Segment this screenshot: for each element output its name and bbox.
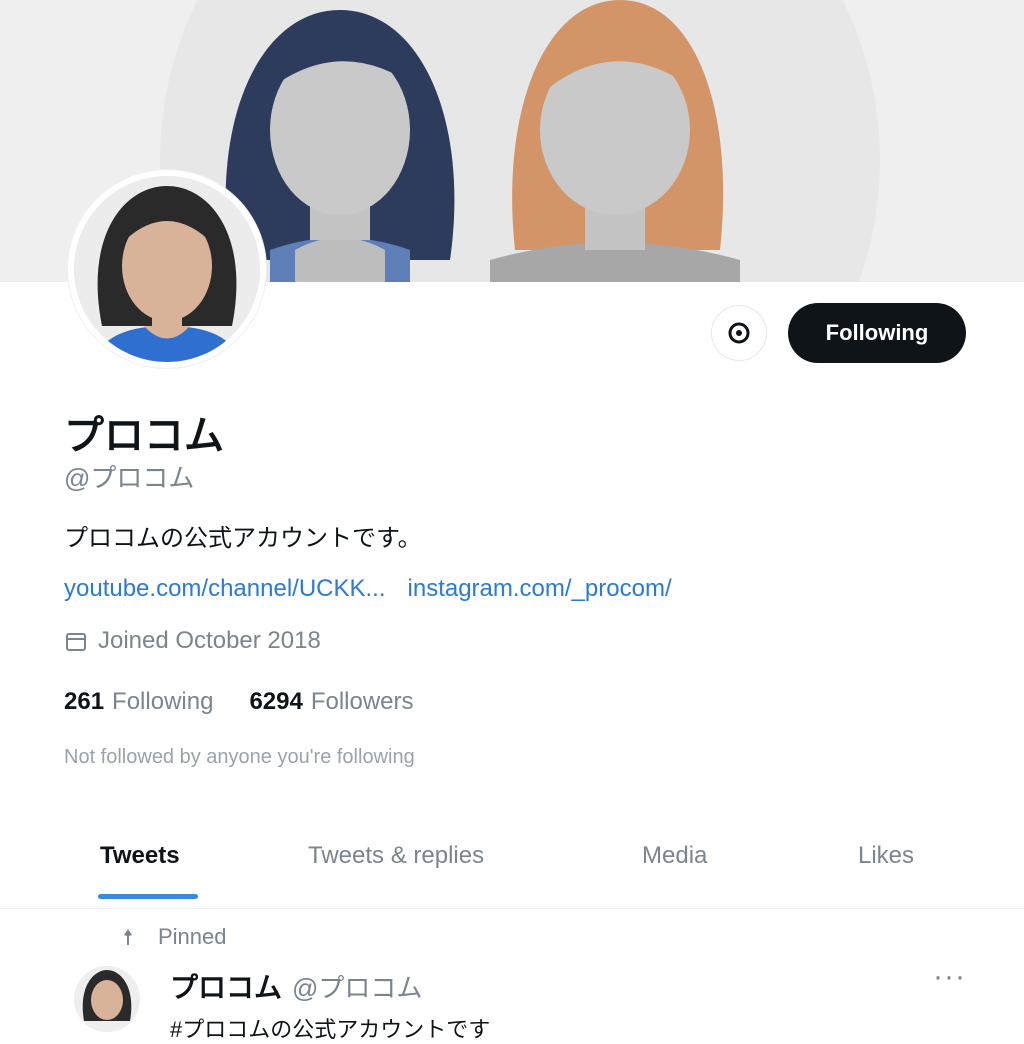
tab-tweets[interactable]: Tweets (100, 842, 180, 870)
post-avatar-illustration (74, 966, 140, 1032)
tab-media[interactable]: Media (642, 842, 707, 870)
post-avatar[interactable] (74, 966, 140, 1032)
followers-label: Followers (310, 688, 414, 715)
active-tab-indicator (98, 894, 198, 899)
followed-by-note: Not followed by anyone you're following (64, 746, 415, 768)
tab-tweets-replies[interactable]: Tweets & replies (308, 842, 484, 870)
following-stat[interactable]: 261 Following (64, 688, 213, 716)
avatar-illustration (74, 176, 260, 362)
pinned-label: Pinned (118, 924, 227, 950)
following-button[interactable]: Following (788, 303, 966, 363)
post-text: #プロコムの公式アカウントです (170, 1017, 491, 1042)
post-author[interactable]: プロコム (170, 966, 282, 1006)
calendar-icon (66, 633, 86, 651)
more-icon[interactable]: ··· (933, 960, 966, 994)
instagram-link[interactable]: instagram.com/_procom/ (408, 575, 672, 603)
bell-icon (728, 322, 750, 344)
pinned-text: Pinned (158, 924, 227, 949)
followers-stat[interactable]: 6294 Followers (249, 688, 413, 716)
following-label: Following (112, 688, 214, 715)
profile-links: youtube.com/channel/UCKK... instagram.co… (64, 575, 672, 603)
pin-icon (124, 929, 132, 945)
profile-avatar[interactable] (68, 170, 266, 368)
following-count: 261 (64, 688, 105, 715)
post-handle: @プロコム (292, 973, 423, 1003)
followers-count: 6294 (249, 688, 303, 715)
youtube-link[interactable]: youtube.com/channel/UCKK... (64, 575, 386, 603)
profile-bio: プロコムの公式アカウントです。 (64, 525, 422, 552)
profile-handle: @プロコム (64, 463, 195, 493)
notifications-button[interactable] (712, 306, 766, 360)
profile-actions: Following (712, 303, 966, 363)
post-header: プロコム @プロコム (170, 966, 422, 1006)
tab-likes[interactable]: Likes (858, 842, 914, 870)
joined-text: Joined October 2018 (98, 627, 321, 654)
follow-stats: 261 Following 6294 Followers (64, 688, 414, 716)
joined-date: Joined October 2018 (64, 627, 321, 655)
profile-name: プロコム (64, 414, 224, 458)
